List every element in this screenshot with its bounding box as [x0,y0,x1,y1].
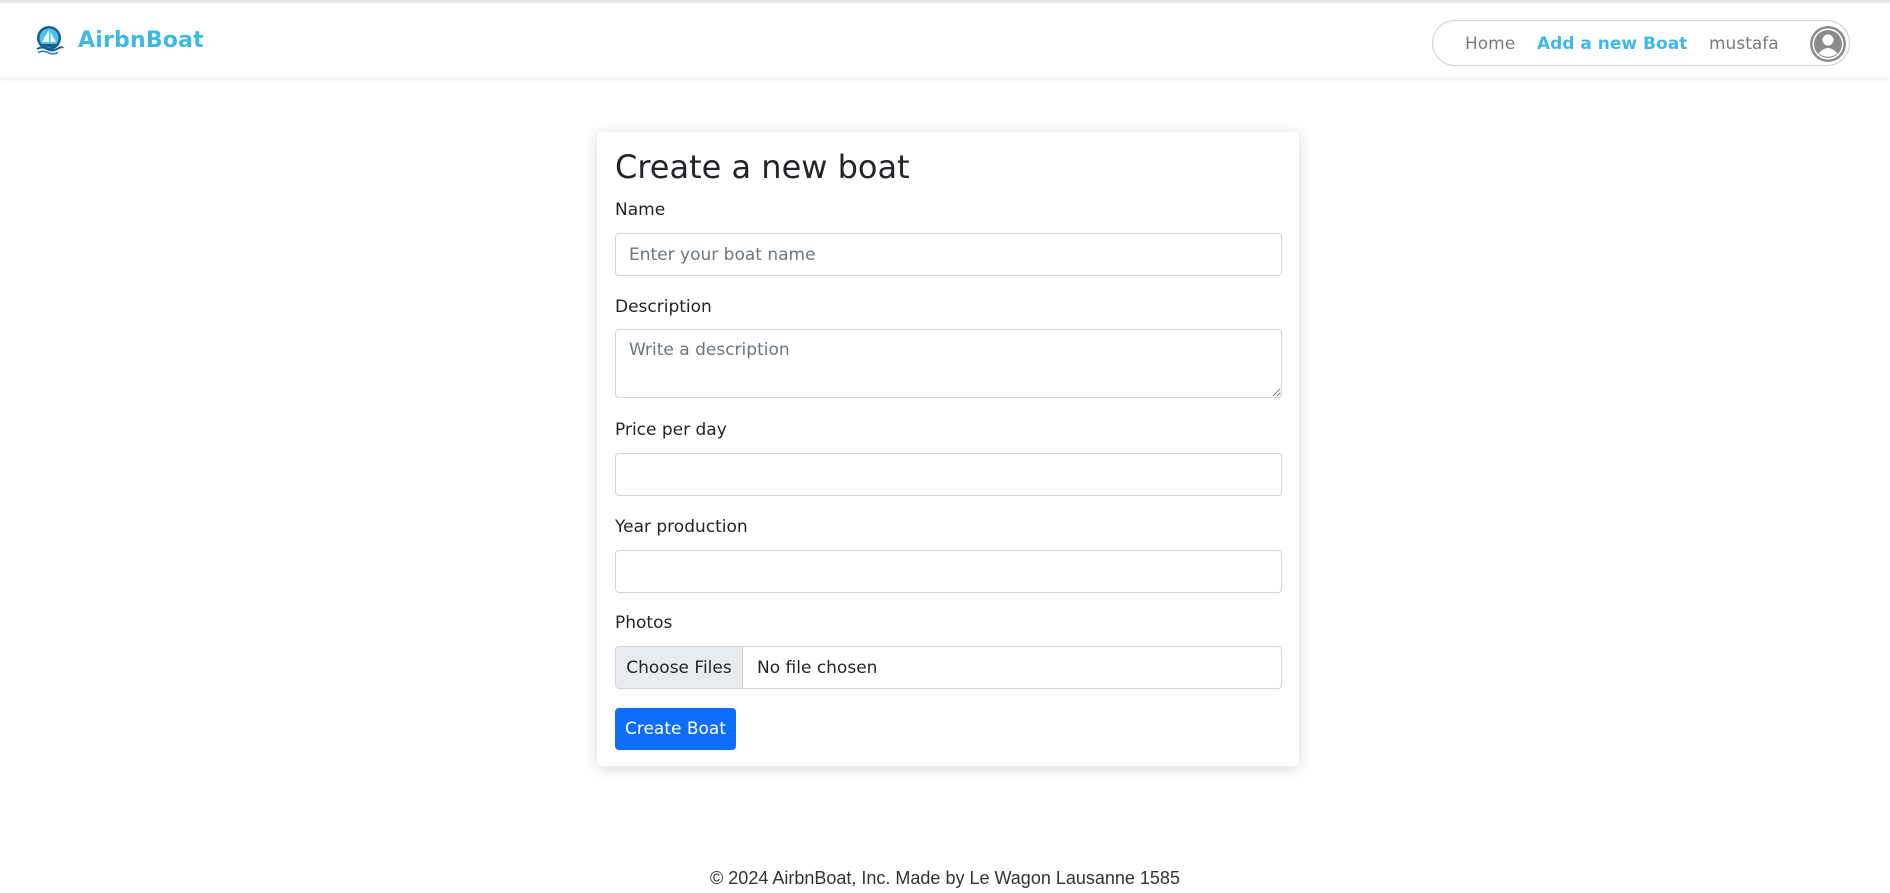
page: AirbnBoat Home Add a new Boat mustafa Cr… [0,0,1890,893]
boat-logo-icon [36,26,64,55]
create-boat-button[interactable]: Create Boat [615,708,736,750]
price-per-day-input[interactable] [615,453,1282,496]
year-label: Year production [615,517,748,537]
create-boat-card: Create a new boat Name Description Price… [597,132,1299,766]
nav-add-boat-link[interactable]: Add a new Boat [1537,34,1687,54]
description-label: Description [615,297,712,317]
brand-link[interactable]: AirbnBoat [34,25,204,55]
name-input[interactable] [615,233,1282,276]
nav-menu: Home Add a new Boat mustafa [1432,20,1850,66]
footer-copyright: © 2024 AirbnBoat, Inc. Made by Le Wagon … [710,868,1180,888]
description-textarea[interactable] [615,329,1282,398]
year-production-input[interactable] [615,550,1282,593]
navbar: AirbnBoat Home Add a new Boat mustafa [0,0,1890,78]
photos-label: Photos [615,613,673,633]
user-avatar-icon[interactable] [1809,25,1847,63]
choose-files-button[interactable]: Choose Files [616,647,743,688]
file-status-text: No file chosen [757,657,878,678]
price-label: Price per day [615,420,727,440]
page-title: Create a new boat [615,148,910,186]
brand-name: AirbnBoat [78,27,204,53]
nav-username-link[interactable]: mustafa [1709,34,1779,54]
nav-home-link[interactable]: Home [1465,34,1515,54]
name-label: Name [615,200,666,220]
photos-file-input[interactable]: Choose Files No file chosen [615,646,1282,689]
